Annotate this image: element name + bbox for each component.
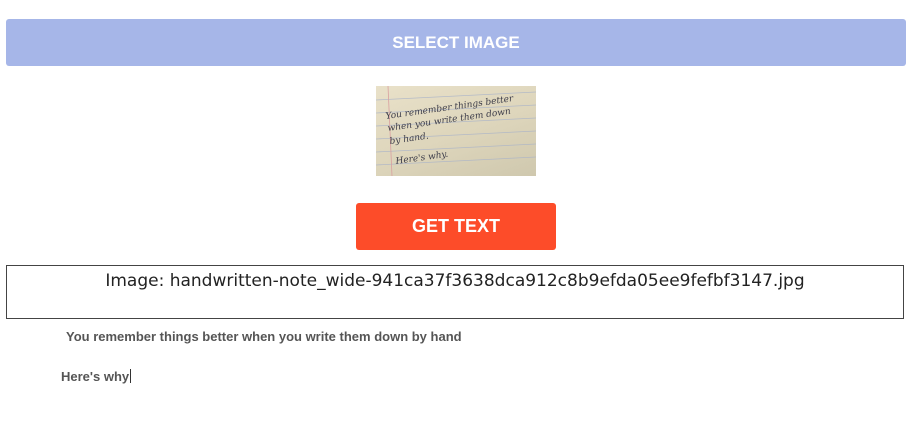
- note-line-3: by hand.: [389, 132, 429, 147]
- get-text-button[interactable]: GET TEXT: [356, 203, 556, 250]
- note-line-4: Here's why.: [394, 150, 449, 167]
- result-box: Image: handwritten-note_wide-941ca37f363…: [6, 265, 904, 319]
- note-thumbnail: You remember things better when you writ…: [376, 86, 536, 176]
- output-text-line-2[interactable]: Here's why: [61, 369, 132, 384]
- image-filename-label: Image: handwritten-note_wide-941ca37f363…: [105, 271, 805, 291]
- output-text-line-2-text: Here's why: [61, 369, 130, 384]
- output-text-line-1[interactable]: You remember things better when you writ…: [66, 329, 462, 344]
- text-caret: [130, 369, 132, 383]
- handwritten-note-image: You remember things better when you writ…: [376, 86, 536, 176]
- select-image-button[interactable]: SELECT IMAGE: [6, 19, 906, 66]
